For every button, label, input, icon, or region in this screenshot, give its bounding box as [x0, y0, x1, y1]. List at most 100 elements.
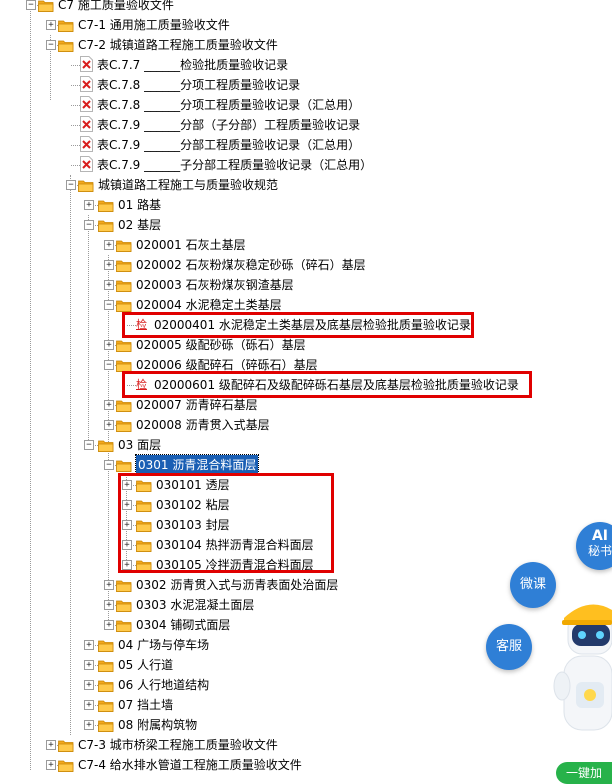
expand-toggle-icon[interactable]: +	[104, 620, 114, 630]
tree-connector	[71, 65, 80, 66]
tree-node-label: 08 附属构筑物	[118, 718, 198, 732]
expand-toggle-icon[interactable]: +	[104, 400, 114, 410]
folder-icon	[116, 278, 132, 292]
tree-folder-node[interactable]: +020007 沥青碎石基层	[0, 395, 612, 415]
tree-node-label: 020008 沥青贯入式基层	[136, 418, 270, 432]
folder-icon	[116, 458, 132, 472]
folder-icon	[116, 618, 132, 632]
expand-toggle-icon[interactable]: +	[84, 680, 94, 690]
tree-folder-node[interactable]: + C7-4 给水排水管道工程施工质量验收文件	[0, 755, 612, 775]
collapse-toggle-icon[interactable]: −	[66, 180, 76, 190]
collapse-toggle-icon[interactable]: −	[104, 300, 114, 310]
collapse-toggle-icon[interactable]: −	[104, 460, 114, 470]
kefu-button[interactable]: 客服	[486, 624, 532, 670]
tree-node-label: 020007 沥青碎石基层	[136, 398, 258, 412]
expand-toggle-icon[interactable]: +	[104, 280, 114, 290]
collapse-toggle-icon[interactable]: −	[84, 220, 94, 230]
tree-file-node[interactable]: 表C.7.9 ______子分部工程质量验收记录（汇总用）	[0, 155, 612, 175]
tree-folder-node[interactable]: +020008 沥青贯入式基层	[0, 415, 612, 435]
collapse-toggle-icon[interactable]: −	[84, 440, 94, 450]
tree-folder-node[interactable]: + C7-3 城市桥梁工程施工质量验收文件	[0, 735, 612, 755]
tree-folder-node[interactable]: +020005 级配砂砾（砾石）基层	[0, 335, 612, 355]
highlight-box-02000601	[122, 371, 532, 398]
tree-folder-node[interactable]: − 02 基层	[0, 215, 612, 235]
expand-toggle-icon[interactable]: +	[104, 340, 114, 350]
folder-icon	[58, 18, 74, 32]
tree-file-node[interactable]: 表C.7.9 ______分部工程质量验收记录（汇总用）	[0, 135, 612, 155]
expand-toggle-icon[interactable]: +	[46, 20, 56, 30]
tree-node-label: 表C.7.8 ______分项工程质量验收记录（汇总用）	[97, 98, 361, 112]
expand-toggle-icon[interactable]: +	[84, 700, 94, 710]
folder-icon	[38, 0, 54, 12]
tree-file-node[interactable]: 表C.7.8 ______分项工程质量验收记录	[0, 75, 612, 95]
tree-node-label: 表C.7.9 ______分部工程质量验收记录（汇总用）	[97, 138, 361, 152]
tree-folder-node[interactable]: +07 挡土墙	[0, 695, 612, 715]
folder-icon	[116, 598, 132, 612]
tree-node-label: 020003 石灰粉煤灰钢渣基层	[136, 278, 294, 292]
collapse-toggle-icon[interactable]: −	[26, 0, 36, 10]
ai-label: AI	[591, 528, 609, 544]
tree-folder-node[interactable]: +08 附属构筑物	[0, 715, 612, 735]
tree-node-label: C7-2 城镇道路工程施工质量验收文件	[78, 38, 278, 52]
tree-file-node[interactable]: 表C.7.9 ______分部（子分部）工程质量验收记录	[0, 115, 612, 135]
tree-folder-node[interactable]: +06 人行地道结构	[0, 675, 612, 695]
tree-folder-node[interactable]: − C7-2 城镇道路工程施工质量验收文件	[0, 35, 612, 55]
collapse-toggle-icon[interactable]: −	[46, 40, 56, 50]
tree-node-label: 02 基层	[118, 218, 162, 232]
tree-connector	[71, 165, 80, 166]
robot-mascot-icon[interactable]	[548, 598, 612, 748]
tree-folder-node[interactable]: +01 路基	[0, 195, 612, 215]
tree-file-node[interactable]: 表C.7.7 ______检验批质量验收记录	[0, 55, 612, 75]
kefu-label: 客服	[495, 639, 522, 654]
tree-folder-node[interactable]: +020002 石灰粉煤灰稳定砂砾（碎石）基层	[0, 255, 612, 275]
expand-toggle-icon[interactable]: +	[104, 580, 114, 590]
folder-icon	[58, 738, 74, 752]
folder-icon	[98, 198, 114, 212]
tree-folder-node[interactable]: + C7-1 通用施工质量验收文件	[0, 15, 612, 35]
folder-icon	[98, 698, 114, 712]
tree-node-label: 020001 石灰土基层	[136, 238, 246, 252]
tree-file-node[interactable]: 表C.7.8 ______分项工程质量验收记录（汇总用）	[0, 95, 612, 115]
tree-node-label: C7-1 通用施工质量验收文件	[78, 18, 230, 32]
one-click-add-label: 一键加	[566, 766, 603, 780]
expand-toggle-icon[interactable]: +	[84, 720, 94, 730]
expand-toggle-icon[interactable]: +	[104, 420, 114, 430]
folder-icon	[98, 718, 114, 732]
tree-folder-node[interactable]: − 0301 沥青混合料面层	[0, 454, 612, 476]
pdf-file-icon	[80, 136, 93, 152]
tree-folder-node[interactable]: − 03 面层	[0, 435, 612, 455]
expand-toggle-icon[interactable]: +	[84, 660, 94, 670]
tree-node-label: 城镇道路工程施工与质量验收规范	[98, 178, 279, 192]
expand-toggle-icon[interactable]: +	[46, 740, 56, 750]
tree-folder-node[interactable]: +020001 石灰土基层	[0, 235, 612, 255]
expand-toggle-icon[interactable]: +	[104, 600, 114, 610]
expand-toggle-icon[interactable]: +	[104, 260, 114, 270]
tree-node-label: 表C.7.7 ______检验批质量验收记录	[97, 58, 289, 72]
folder-icon	[98, 678, 114, 692]
tree-node-label: 0302 沥青贯入式与沥青表面处治面层	[136, 578, 339, 592]
tree-node-label: 04 广场与停车场	[118, 638, 210, 652]
folder-icon	[58, 38, 74, 52]
one-click-add-button[interactable]: 一键加	[556, 762, 612, 784]
tree-folder-node[interactable]: +020003 石灰粉煤灰钢渣基层	[0, 275, 612, 295]
expand-toggle-icon[interactable]: +	[46, 760, 56, 770]
highlight-box-0301-children	[118, 473, 334, 573]
tree-node-label: 表C.7.9 ______分部（子分部）工程质量验收记录	[97, 118, 361, 132]
expand-toggle-icon[interactable]: +	[84, 200, 94, 210]
pdf-file-icon	[80, 156, 93, 172]
expand-toggle-icon[interactable]: +	[104, 240, 114, 250]
tree-node-label: 07 挡土墙	[118, 698, 174, 712]
folder-icon	[98, 438, 114, 452]
tree-folder-node[interactable]: − 城镇道路工程施工与质量验收规范	[0, 175, 612, 195]
collapse-toggle-icon[interactable]: −	[104, 360, 114, 370]
tree-node-label: 0301 沥青混合料面层	[134, 454, 260, 476]
tree-connector	[71, 125, 80, 126]
expand-toggle-icon[interactable]: +	[84, 640, 94, 650]
folder-icon	[78, 178, 94, 192]
folder-icon	[116, 418, 132, 432]
tree-folder-node[interactable]: − C7 施工质量验收文件	[0, 0, 612, 15]
tree-node-label: 020005 级配砂砾（砾石）基层	[136, 338, 306, 352]
folder-icon	[116, 358, 132, 372]
pdf-file-icon	[80, 116, 93, 132]
pdf-file-icon	[80, 96, 93, 112]
